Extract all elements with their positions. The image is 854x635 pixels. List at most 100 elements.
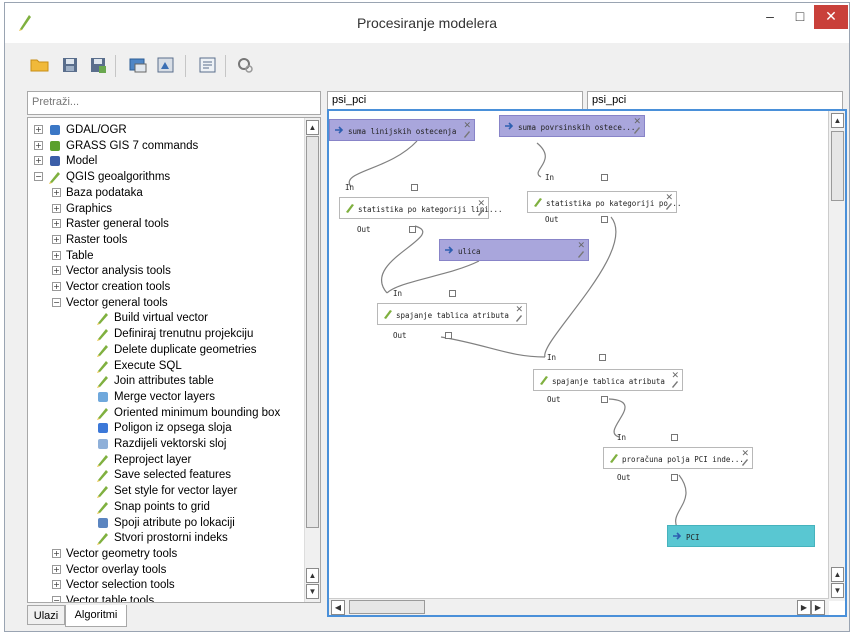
expand-icon[interactable]: + [52, 203, 61, 213]
tree-item[interactable]: Stvori prostorni indeks [32, 530, 302, 546]
tree-item[interactable]: Save selected features [32, 467, 302, 483]
scroll-thumb[interactable] [349, 600, 425, 614]
model-algorithm-node[interactable]: spajanje tablica atributa ✕ [533, 369, 683, 391]
export-image-icon[interactable] [127, 55, 149, 75]
expand-inputs-icon[interactable] [599, 354, 606, 361]
expand-inputs-icon[interactable] [601, 174, 608, 181]
export-python-icon[interactable] [155, 55, 177, 75]
tree-item[interactable]: + Table [32, 248, 302, 264]
tree-item[interactable]: Definiraj trenutnu projekciju [32, 326, 302, 342]
open-folder-icon[interactable] [29, 55, 51, 75]
expand-outputs-icon[interactable] [671, 474, 678, 481]
model-name-input[interactable]: psi_pci [327, 91, 583, 111]
expand-icon[interactable]: + [52, 234, 61, 244]
edit-help-icon[interactable] [197, 55, 219, 75]
model-output-node[interactable]: PCI [667, 525, 815, 547]
scroll-thumb[interactable] [831, 131, 844, 201]
tree-item[interactable]: Reproject layer [32, 452, 302, 468]
tree-item[interactable]: + GRASS GIS 7 commands [32, 138, 302, 154]
tree-item[interactable]: Build virtual vector [32, 310, 302, 326]
tree-item[interactable]: + Vector overlay tools [32, 562, 302, 578]
tree-item[interactable]: + Model [32, 153, 302, 169]
edit-node-icon[interactable] [477, 208, 485, 216]
canvas-horizontal-scrollbar[interactable]: ◀ ▶ ▶ [329, 598, 829, 615]
scroll-right-button[interactable]: ▶ [811, 600, 825, 615]
expand-icon[interactable]: + [52, 564, 61, 574]
tree-item[interactable]: + GDAL/OGR [32, 122, 302, 138]
tree-item[interactable]: + Raster general tools [32, 216, 302, 232]
model-canvas[interactable]: suma linijskih ostecenja ✕ suma povrsinski… [327, 109, 847, 617]
tree-item[interactable]: + Baza podataka [32, 185, 302, 201]
tree-item[interactable]: Delete duplicate geometries [32, 342, 302, 358]
collapse-icon[interactable]: − [34, 172, 43, 182]
tree-item[interactable]: Poligon iz opsega sloja [32, 420, 302, 436]
tree-item[interactable]: + Vector selection tools [32, 577, 302, 593]
expand-outputs-icon[interactable] [601, 396, 608, 403]
tree-item[interactable]: Snap points to grid [32, 499, 302, 515]
scroll-thumb[interactable] [306, 136, 319, 528]
expand-icon[interactable]: + [52, 187, 61, 197]
tree-scrollbar[interactable]: ▲ ▲ ▼ [304, 118, 320, 602]
expand-icon[interactable]: + [52, 282, 61, 291]
tree-item[interactable]: + Vector geometry tools [32, 546, 302, 562]
search-input[interactable]: Pretraži... [27, 91, 321, 115]
model-algorithm-node[interactable]: statistika po kategoriji lini... ✕ [339, 197, 503, 219]
expand-inputs-icon[interactable] [449, 290, 456, 297]
model-algorithm-node[interactable]: spajanje tablica atributa ✕ [377, 303, 527, 325]
expand-outputs-icon[interactable] [409, 226, 416, 233]
save-icon[interactable] [59, 55, 81, 75]
canvas-vertical-scrollbar[interactable]: ▲ ▲ ▼ [828, 111, 845, 601]
model-input-node[interactable]: suma linijskih ostecenja ✕ [329, 119, 475, 141]
edit-node-icon[interactable] [463, 130, 471, 138]
model-algorithm-node[interactable]: statistika po kategoriji po... ✕ [527, 191, 681, 213]
expand-outputs-icon[interactable] [445, 332, 452, 339]
edit-node-icon[interactable] [577, 250, 585, 258]
edit-node-icon[interactable] [515, 314, 523, 322]
scroll-down-button[interactable]: ▼ [306, 584, 319, 599]
save-as-icon[interactable] [87, 55, 109, 75]
expand-outputs-icon[interactable] [601, 216, 608, 223]
tree-item[interactable]: Merge vector layers [32, 389, 302, 405]
scroll-up-button[interactable]: ▲ [831, 567, 844, 582]
tree-item[interactable]: + Raster tools [32, 232, 302, 248]
tree-item[interactable]: Razdijeli vektorski sloj [32, 436, 302, 452]
expand-inputs-icon[interactable] [671, 434, 678, 441]
tree-item[interactable]: − Vector table tools [32, 593, 302, 602]
minimize-button[interactable]: – [755, 5, 785, 29]
tree-item[interactable]: Spoji atribute po lokaciji [32, 515, 302, 531]
tree-item[interactable]: Join attributes table [32, 373, 302, 389]
collapse-icon[interactable]: − [52, 596, 61, 602]
edit-node-icon[interactable] [741, 458, 749, 466]
tree-item[interactable]: Oriented minimum bounding box [32, 405, 302, 421]
tree-item[interactable]: Execute SQL [32, 358, 302, 374]
expand-icon[interactable]: + [34, 156, 43, 166]
scroll-right-button[interactable]: ▶ [797, 600, 811, 615]
expand-inputs-icon[interactable] [411, 184, 418, 191]
edit-node-icon[interactable] [665, 202, 673, 210]
expand-icon[interactable]: + [34, 125, 43, 134]
model-input-node[interactable]: ulica ✕ [439, 239, 589, 261]
scroll-up-button[interactable]: ▲ [831, 113, 844, 128]
model-algorithm-node[interactable]: proračuna polja PCI inde... ✕ [603, 447, 753, 469]
scroll-down-button[interactable]: ▼ [831, 583, 844, 598]
close-button[interactable]: ✕ [814, 5, 848, 29]
tree-item[interactable]: + Vector creation tools [32, 279, 302, 295]
edit-node-icon[interactable] [633, 126, 641, 134]
expand-icon[interactable]: + [52, 250, 61, 260]
tree-item[interactable]: − QGIS geoalgorithms [32, 169, 302, 185]
expand-icon[interactable]: + [52, 266, 61, 276]
tree-item[interactable]: − Vector general tools [32, 295, 302, 311]
tree-item[interactable]: Set style for vector layer [32, 483, 302, 499]
scroll-left-button[interactable]: ◀ [331, 600, 345, 615]
tab-algorithms[interactable]: Algoritmi [65, 605, 127, 627]
scroll-up-button[interactable]: ▲ [306, 120, 319, 135]
maximize-button[interactable]: □ [785, 5, 815, 29]
expand-icon[interactable]: + [34, 140, 43, 150]
scroll-up-button[interactable]: ▲ [306, 568, 319, 583]
tab-inputs[interactable]: Ulazi [27, 605, 65, 625]
tree-item[interactable]: + Graphics [32, 201, 302, 217]
expand-icon[interactable]: + [52, 219, 61, 229]
tree-item[interactable]: + Vector analysis tools [32, 263, 302, 279]
run-model-icon[interactable] [235, 55, 257, 75]
edit-node-icon[interactable] [671, 380, 679, 388]
